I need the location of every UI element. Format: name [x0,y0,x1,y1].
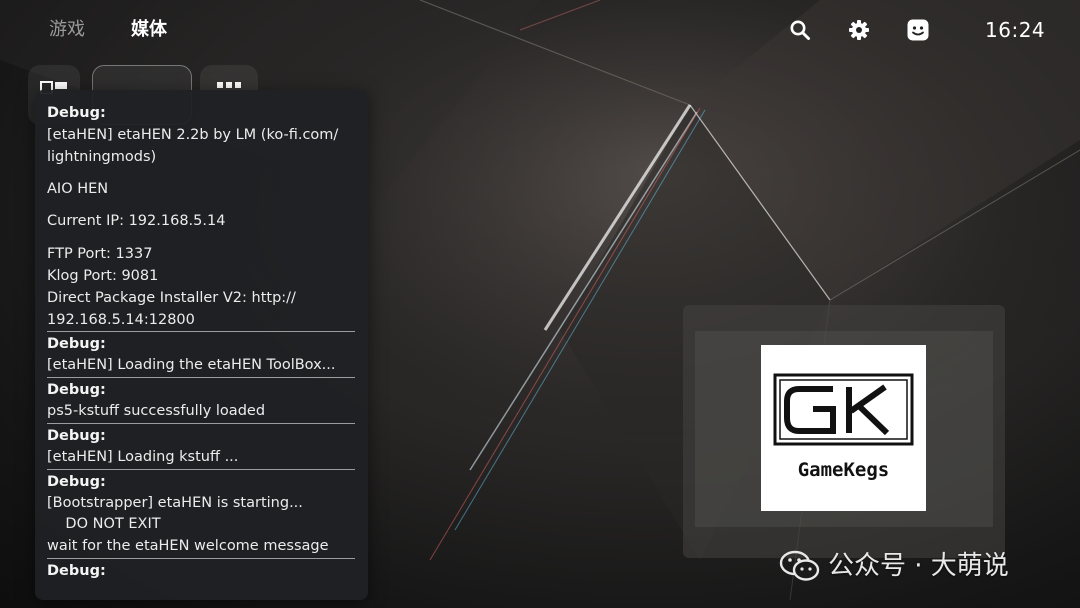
message-line: wait for the etaHEN welcome message [47,538,329,554]
game-logo-card[interactable]: GameKegs [761,345,926,511]
game-logo-name: GameKegs [797,459,890,481]
message-line: 192.168.5.14:12800 [47,312,195,328]
message-line: [etaHEN] Loading kstuff ... [47,449,239,465]
gamekegs-logo-icon [773,373,914,446]
avatar-icon[interactable] [907,19,929,41]
message-line: Klog Port: 9081 [47,268,159,284]
message-line: AIO HEN [47,181,109,197]
watermark-text: 公众号 · 大萌说 [828,551,1009,581]
tab-media[interactable]: 媒体 [131,18,167,42]
message-title: Debug: [47,336,106,352]
message-divider [47,377,355,378]
debug-notification-panel: Debug: [etaHEN] etaHEN 2.2b by LM (ko-fi… [35,90,368,600]
grid-icon [217,82,241,88]
clock: 16:24 [985,18,1046,42]
message-divider [47,558,355,559]
message-line: [etaHEN] etaHEN 2.2b by LM (ko-fi.com/ [47,127,339,143]
message-line: [Bootstrapper] etaHEN is starting... [47,495,303,511]
message-divider [47,423,355,424]
message-line: DO NOT EXIT [47,516,161,532]
message-title: Debug: [47,105,106,121]
wechat-icon [779,550,820,581]
message-title: Debug: [47,428,106,444]
watermark: 公众号 · 大萌说 [778,549,1009,583]
ps5-home-screen: 游戏 媒体 16:24 Debug: [etaHEN] etaHEN 2.2b … [0,0,1080,608]
message-divider [47,469,355,470]
message-line: Current IP: 192.168.5.14 [47,213,226,229]
gear-icon[interactable] [848,19,870,41]
search-icon[interactable] [789,19,811,41]
message-line: Direct Package Installer V2: http:// [47,290,296,306]
message-title: Debug: [47,382,106,398]
message-title: Debug: [47,563,106,579]
tab-games[interactable]: 游戏 [49,18,85,42]
message-line: lightningmods) [47,149,157,165]
message-line: [etaHEN] Loading the etaHEN ToolBox... [47,357,336,373]
message-line: FTP Port: 1337 [47,246,153,262]
message-title: Debug: [47,474,106,490]
message-divider [47,331,355,332]
message-line: ps5-kstuff successfully loaded [47,403,266,419]
